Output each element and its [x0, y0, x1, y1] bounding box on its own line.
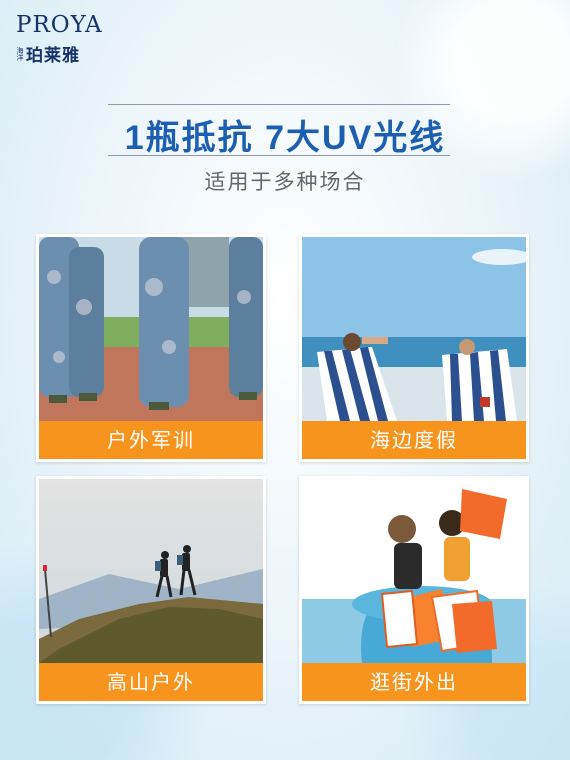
subheadline: 适用于多种场合	[204, 170, 366, 194]
mountain-hiking-photo	[39, 479, 263, 663]
scene-card-military-training: 户外军训	[36, 234, 266, 462]
scene-label-beach-vacation: 海边度假	[302, 421, 526, 459]
shopping-outing-photo	[302, 479, 526, 663]
headline-rule-bottom	[108, 155, 450, 156]
scene-label-military-training: 户外军训	[39, 421, 263, 459]
brand-name-cn: 珀莱雅	[26, 46, 80, 66]
scene-label-shopping-outing: 逛街外出	[302, 663, 526, 701]
beach-vacation-photo	[302, 237, 526, 421]
headline-rule-top	[108, 104, 450, 105]
scene-card-mountain-hiking: 高山户外	[36, 476, 266, 704]
brand-logo: PROYA 海洋 珀莱雅	[16, 12, 103, 67]
headline: 1瓶抵抗 7大UV光线	[124, 119, 446, 157]
scene-card-shopping-outing: 逛街外出	[299, 476, 529, 704]
military-training-photo	[39, 237, 263, 421]
headline-block: 1瓶抵抗 7大UV光线	[0, 104, 570, 159]
scene-card-beach-vacation: 海边度假	[299, 234, 529, 462]
brand-small-text: 海洋	[16, 46, 24, 61]
brand-name-en: PROYA	[16, 12, 103, 38]
scene-label-mountain-hiking: 高山户外	[39, 663, 263, 701]
